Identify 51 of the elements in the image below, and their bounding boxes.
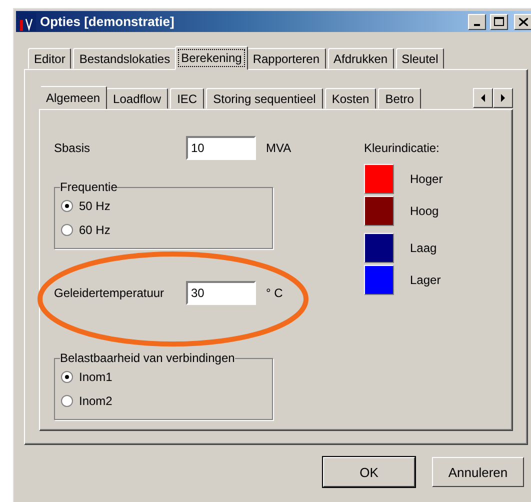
tab[interactable]: Berekening bbox=[175, 46, 248, 70]
tab[interactable]: Algemeen bbox=[41, 86, 108, 109]
tab[interactable]: Afdrukken bbox=[328, 48, 394, 69]
maximize-icon bbox=[494, 17, 504, 26]
right-arrow-icon bbox=[500, 94, 506, 102]
tab[interactable]: Editor bbox=[28, 48, 72, 69]
legend-label: Hoger bbox=[410, 172, 443, 186]
radio-button[interactable] bbox=[61, 371, 73, 383]
color-swatch[interactable] bbox=[364, 164, 394, 194]
tab[interactable]: Rapporteren bbox=[246, 48, 326, 69]
group-title: Belastbaarheid van verbindingen bbox=[60, 351, 235, 365]
tab[interactable]: Kosten bbox=[324, 88, 376, 109]
color-swatch[interactable] bbox=[364, 265, 394, 295]
left-arrow-icon bbox=[480, 94, 486, 102]
unit-label: ° C bbox=[266, 286, 283, 300]
color-swatch[interactable] bbox=[364, 196, 394, 226]
color-swatch[interactable] bbox=[364, 233, 394, 263]
close-button[interactable] bbox=[514, 14, 531, 30]
app-logo-icon bbox=[18, 12, 36, 30]
scroll-right-button[interactable] bbox=[493, 88, 513, 108]
tab[interactable]: IEC bbox=[170, 88, 204, 109]
minimize-button[interactable] bbox=[468, 14, 486, 30]
legend-title: Kleurindicatie: bbox=[364, 140, 440, 157]
tab[interactable]: Loadflow bbox=[106, 88, 168, 109]
group-title: Frequentie bbox=[60, 180, 118, 194]
tab[interactable]: Sleutel bbox=[396, 48, 444, 69]
minimize-icon bbox=[474, 24, 480, 26]
scroll-left-button[interactable] bbox=[473, 88, 493, 108]
window-title: Opties [demonstratie] bbox=[40, 14, 176, 29]
radio-label[interactable]: Inom1 bbox=[79, 370, 112, 384]
legend-label: Laag bbox=[410, 241, 437, 255]
maximize-button[interactable] bbox=[490, 14, 508, 30]
close-icon bbox=[518, 18, 528, 26]
radio-label[interactable]: Inom2 bbox=[79, 394, 112, 408]
tab[interactable]: Betro bbox=[378, 88, 421, 109]
radio-label[interactable]: 60 Hz bbox=[79, 223, 110, 237]
radio-button[interactable] bbox=[61, 395, 73, 407]
radio-label[interactable]: 50 Hz bbox=[79, 199, 110, 213]
dialog-button[interactable]: OK bbox=[323, 457, 415, 487]
tab[interactable]: Bestandslokaties bbox=[73, 48, 176, 69]
unit-label: MVA bbox=[266, 141, 292, 155]
dialog-button[interactable]: Annuleren bbox=[432, 457, 524, 487]
input-field[interactable]: 30 bbox=[186, 281, 256, 305]
radio-button[interactable] bbox=[61, 224, 73, 236]
radio-button[interactable] bbox=[61, 200, 73, 212]
input-field[interactable]: 10 bbox=[186, 136, 256, 160]
legend-label: Lager bbox=[410, 273, 441, 287]
field-label: Geleidertemperatuur bbox=[54, 286, 166, 300]
tab[interactable]: Storing sequentieel bbox=[206, 88, 323, 109]
legend-label: Hoog bbox=[410, 204, 439, 218]
field-label: Sbasis bbox=[54, 141, 92, 155]
